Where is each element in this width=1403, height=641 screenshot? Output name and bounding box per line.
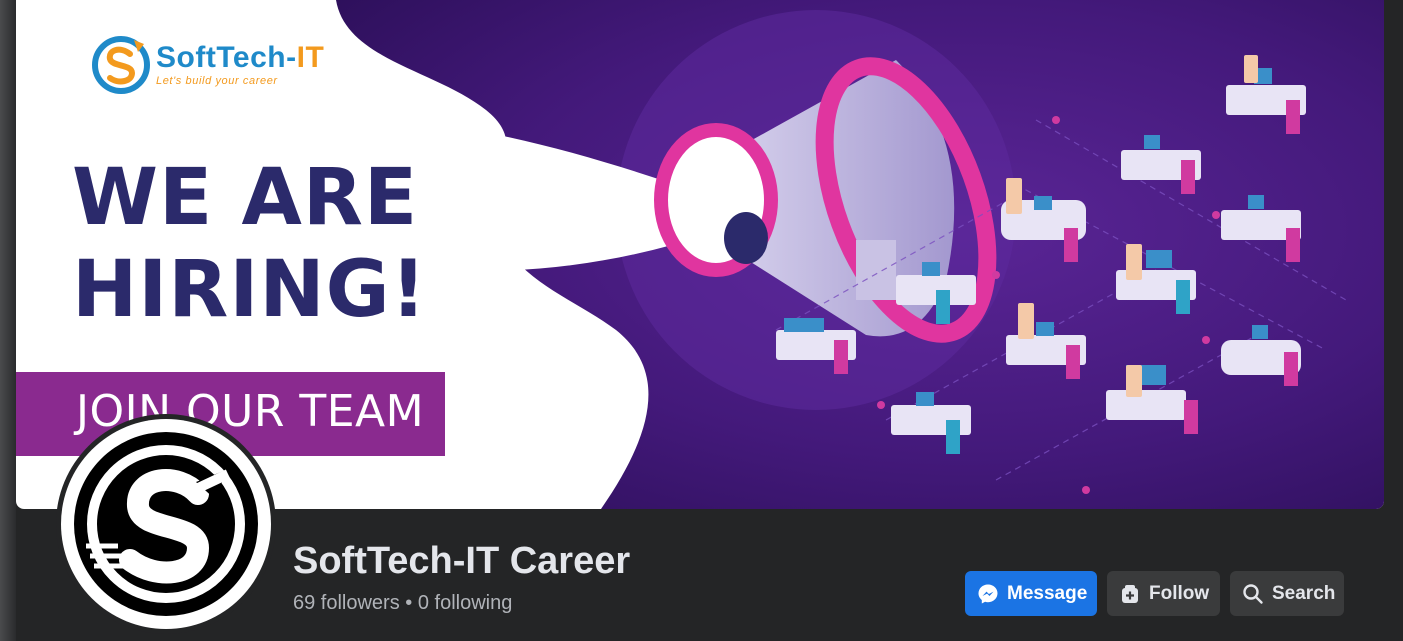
search-icon (1242, 583, 1264, 605)
cover-headline: WE ARE HIRING! (72, 152, 427, 336)
follow-button-label: Follow (1149, 582, 1210, 604)
search-button-label: Search (1272, 582, 1336, 604)
headline-line-1: WE ARE (72, 153, 419, 243)
softtech-avatar-logo-icon (74, 432, 258, 616)
company-logo: SoftTech-IT Let's build your career (90, 34, 324, 96)
headline-line-2: HIRING! (72, 245, 428, 335)
logo-wordmark: SoftTech-IT (156, 41, 325, 74)
page-title: SoftTech-IT Career (293, 540, 631, 582)
messenger-icon (977, 583, 999, 605)
profile-actions: Message Follow Search (965, 571, 1344, 616)
follow-button[interactable]: Follow (1107, 571, 1220, 616)
follower-stats[interactable]: 69 followers • 0 following (293, 592, 512, 615)
profile-avatar[interactable] (56, 414, 276, 634)
follow-icon (1119, 583, 1141, 605)
logo-tagline: Let's build your career (156, 75, 278, 87)
message-button[interactable]: Message (965, 571, 1097, 616)
softtech-logo-icon (92, 36, 150, 94)
message-button-label: Message (1007, 582, 1088, 604)
search-button[interactable]: Search (1230, 571, 1344, 616)
page-header: SoftTech-IT Let's build your career WE A… (0, 0, 1403, 641)
